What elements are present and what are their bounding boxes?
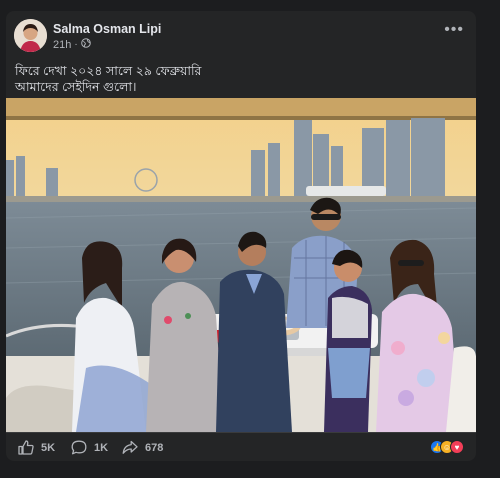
- comment-count: 1K: [94, 441, 109, 454]
- post-time[interactable]: 21h: [53, 39, 71, 51]
- like-count: 5K: [41, 441, 56, 454]
- post-photo[interactable]: [6, 98, 476, 432]
- author-name[interactable]: Salma Osman Lipi: [53, 22, 161, 36]
- share-button[interactable]: 678: [122, 440, 163, 455]
- more-options-icon[interactable]: •••: [444, 22, 464, 38]
- caption-line: আমাদের সেইদিন গুলো।: [15, 80, 137, 94]
- comment-icon: [71, 440, 87, 455]
- like-button[interactable]: 5K: [18, 440, 55, 455]
- post-card: Salma Osman Lipi 21h · ••• ফিরে দেখা ২০২…: [6, 11, 476, 461]
- author-avatar[interactable]: [14, 19, 47, 52]
- share-count: 678: [145, 441, 164, 454]
- love-icon: ♥: [450, 440, 464, 454]
- post-caption: ফিরে দেখা ২০২৪ সালে ২৯ ফেব্রুয়ারি আমাদে…: [15, 63, 455, 95]
- share-icon: [122, 440, 138, 454]
- post-header: Salma Osman Lipi 21h · •••: [6, 11, 476, 55]
- meta-separator: ·: [74, 39, 78, 50]
- globe-icon: [80, 38, 91, 51]
- post-actions: 5K 1K 678 👍 ☺ ♥: [6, 432, 476, 461]
- caption-line: ফিরে দেখা ২০২৪ সালে ২৯ ফেব্রুয়ারি: [15, 64, 202, 78]
- reaction-summary[interactable]: 👍 ☺ ♥: [430, 440, 464, 454]
- post-meta: 21h ·: [53, 38, 91, 51]
- thumbs-up-icon: [18, 440, 34, 455]
- comment-button[interactable]: 1K: [71, 440, 108, 455]
